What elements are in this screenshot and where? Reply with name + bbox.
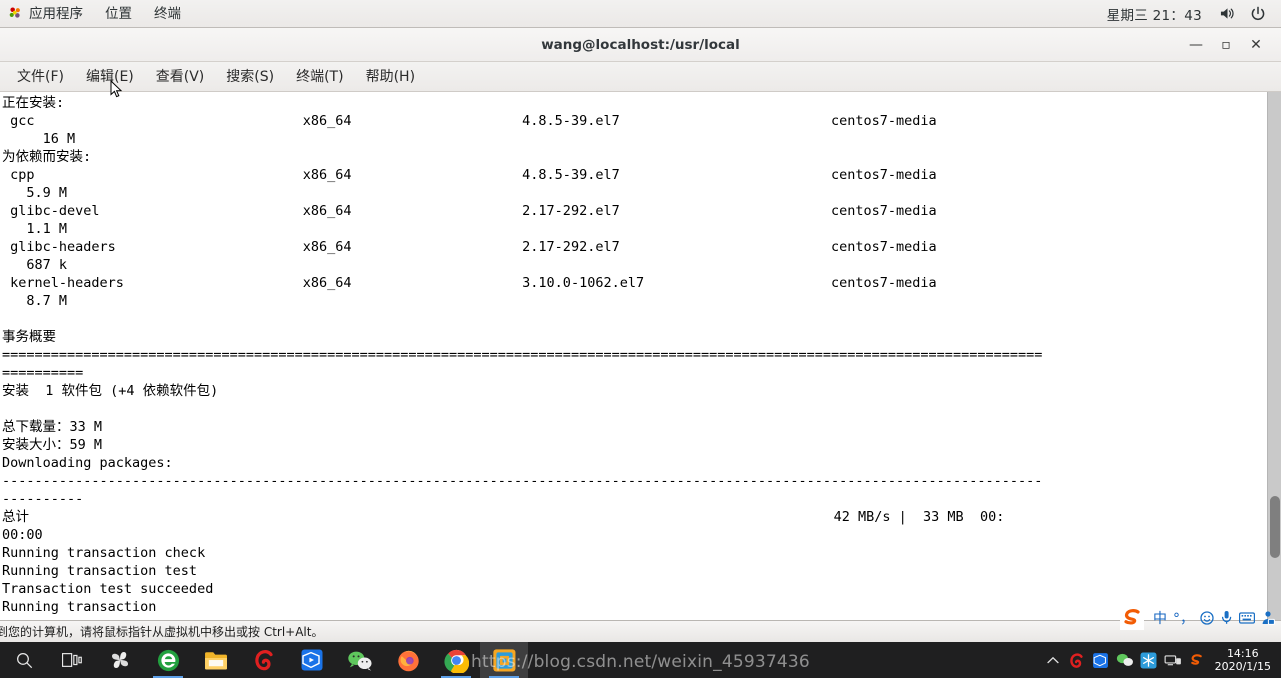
keyboard-icon[interactable] — [1239, 611, 1256, 627]
microphone-icon[interactable] — [1220, 610, 1233, 628]
window-titlebar[interactable]: wang@localhost:/usr/local — ▫ ✕ — [0, 28, 1281, 62]
network-tray-icon[interactable] — [1161, 642, 1185, 678]
taskbar-clock[interactable]: 14:16 2020/1/15 — [1209, 647, 1279, 673]
file-explorer-icon[interactable] — [192, 642, 240, 678]
gnome-top-panel: 应用程序 位置 终端 星期三 21：43 — [0, 0, 1281, 28]
power-icon[interactable] — [1243, 6, 1273, 22]
window-title: wang@localhost:/usr/local — [541, 36, 740, 53]
wechat-icon[interactable] — [336, 642, 384, 678]
search-icon[interactable] — [0, 642, 48, 678]
vmware-status-bar: 到您的计算机，请将鼠标指针从虚拟机中移出或按 Ctrl+Alt。 — [0, 620, 1281, 642]
terminal-scrollbar[interactable] — [1267, 92, 1281, 620]
ime-mode-label[interactable]: 中 — [1153, 612, 1167, 626]
window-controls: — ▫ ✕ — [1181, 31, 1281, 59]
terminal-menu[interactable]: 终端 — [143, 0, 192, 28]
vmware-icon[interactable] — [480, 642, 528, 678]
panel-status-group: 星期三 21：43 — [1097, 4, 1281, 24]
show-hidden-icons-icon[interactable] — [1041, 642, 1065, 678]
sogou-ime-bar[interactable]: 中 °， — [1117, 606, 1281, 632]
terminal-output-area[interactable]: 正在安装: gcc x86_64 4.8.5-39.el7 centos7-me… — [0, 92, 1281, 620]
terminal-menubar: 文件(F) 编辑(E) 查看(V) 搜索(S) 终端(T) 帮助(H) — [0, 62, 1281, 92]
clock-time: 14:16 — [1226, 647, 1259, 660]
gnome-foot-icon — [9, 7, 20, 18]
ime-punctuation-toggle[interactable]: °， — [1173, 612, 1194, 626]
chrome-icon[interactable] — [432, 642, 480, 678]
menu-file[interactable]: 文件(F) — [6, 65, 75, 89]
pinwheel-app-icon[interactable] — [96, 642, 144, 678]
panel-menu-group: 应用程序 位置 终端 — [0, 0, 192, 28]
maximize-button[interactable]: ▫ — [1211, 31, 1241, 59]
windows-taskbar: 14:16 2020/1/15 — [0, 642, 1281, 678]
firefox-icon[interactable] — [384, 642, 432, 678]
terminal-scrollbar-thumb[interactable] — [1270, 496, 1280, 558]
minimize-button[interactable]: — — [1181, 31, 1211, 59]
menu-view[interactable]: 查看(V) — [145, 65, 216, 89]
smiley-icon[interactable] — [1200, 610, 1214, 628]
video-tray-icon[interactable] — [1089, 642, 1113, 678]
video-player-icon[interactable] — [288, 642, 336, 678]
clock-date: 2020/1/15 — [1214, 660, 1271, 673]
vmware-status-message: 到您的计算机，请将鼠标指针从虚拟机中移出或按 Ctrl+Alt。 — [0, 625, 324, 639]
menu-help[interactable]: 帮助(H) — [355, 65, 426, 89]
close-button[interactable]: ✕ — [1241, 31, 1271, 59]
ime-toolbox-icon[interactable] — [1261, 610, 1275, 628]
wechat-tray-icon[interactable] — [1113, 642, 1137, 678]
sogou-logo-icon[interactable] — [1117, 606, 1147, 632]
panel-clock[interactable]: 星期三 21：43 — [1097, 4, 1212, 24]
task-view-icon[interactable] — [48, 642, 96, 678]
sogou-tray-icon[interactable] — [1185, 642, 1209, 678]
places-menu[interactable]: 位置 — [94, 0, 143, 28]
ie-browser-icon[interactable] — [144, 642, 192, 678]
snowflake-tray-icon[interactable] — [1137, 642, 1161, 678]
system-tray: 14:16 2020/1/15 — [1041, 642, 1281, 678]
speaker-icon[interactable] — [1212, 6, 1243, 21]
applications-menu[interactable]: 应用程序 — [0, 0, 94, 28]
menu-search[interactable]: 搜索(S) — [215, 65, 285, 89]
menu-edit[interactable]: 编辑(E) — [75, 65, 145, 89]
g-app-icon[interactable] — [240, 642, 288, 678]
g-tray-icon[interactable] — [1065, 642, 1089, 678]
terminal-window: wang@localhost:/usr/local — ▫ ✕ 文件(F) 编辑… — [0, 28, 1281, 620]
menu-terminal[interactable]: 终端(T) — [285, 65, 354, 89]
applications-menu-label: 应用程序 — [29, 5, 83, 22]
terminal-text: 正在安装: gcc x86_64 4.8.5-39.el7 centos7-me… — [2, 95, 1043, 615]
